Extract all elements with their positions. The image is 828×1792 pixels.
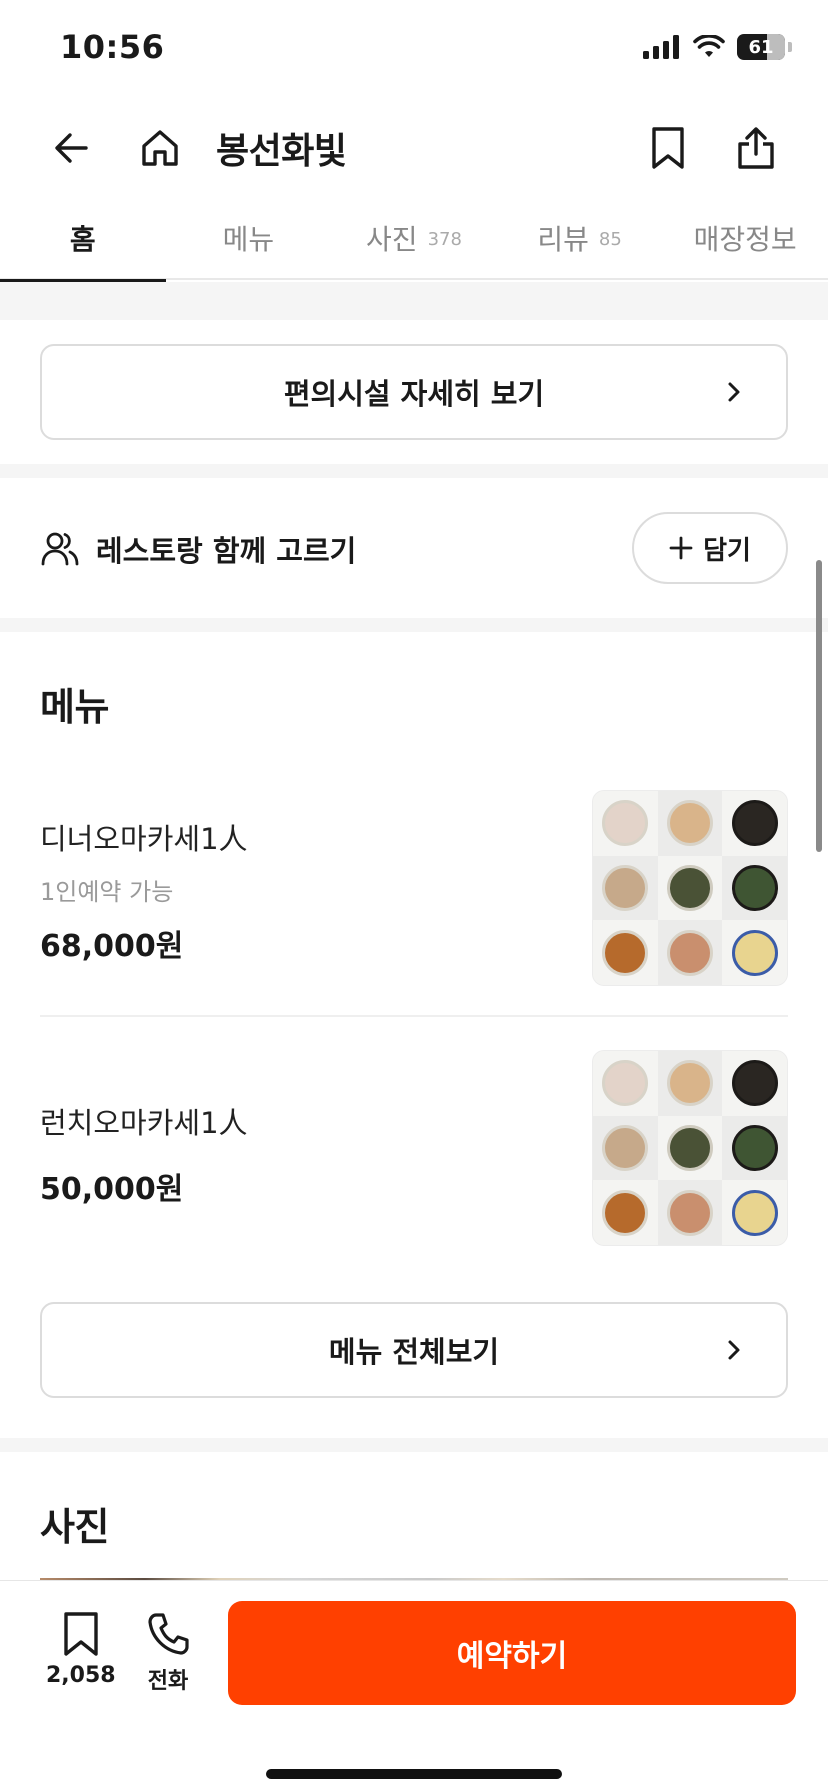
section-divider <box>0 618 828 632</box>
status-time: 10:56 <box>60 28 165 66</box>
chevron-right-icon <box>728 1340 740 1360</box>
choose-together-row: 레스토랑 함께 고르기 담기 <box>0 478 828 618</box>
reserve-button[interactable]: 예약하기 <box>228 1601 796 1705</box>
tab-label: 사진 <box>366 223 418 256</box>
call-label: 전화 <box>147 1669 189 1694</box>
bookmark-button[interactable] <box>640 120 696 176</box>
section-divider <box>0 282 828 320</box>
battery-level: 61 <box>748 36 774 58</box>
menu-divider <box>40 1015 788 1017</box>
header: 봉선화빛 <box>0 100 828 196</box>
share-button[interactable] <box>728 120 784 176</box>
tab-label: 메뉴 <box>222 223 275 256</box>
scrollbar[interactable] <box>816 560 822 852</box>
add-button[interactable]: 담기 <box>632 512 788 584</box>
tab-photos[interactable]: 사진 378 <box>331 196 497 280</box>
reserve-label: 예약하기 <box>456 1639 568 1674</box>
people-icon <box>41 532 79 566</box>
battery-icon: 61 <box>737 34 785 60</box>
view-all-menu-button[interactable]: 메뉴 전체보기 <box>40 1302 788 1398</box>
back-button[interactable] <box>44 120 100 176</box>
menu-item-image <box>592 790 788 986</box>
arrow-left-icon <box>55 133 88 163</box>
tab-label: 리뷰 <box>537 223 589 256</box>
tab-count: 378 <box>427 228 462 250</box>
photo-section-title: 사진 <box>40 1505 109 1549</box>
menu-item[interactable]: 런치오마카세1人 50,000원 <box>40 1050 788 1246</box>
bookmark-icon <box>64 1612 98 1656</box>
view-all-menu-label: 메뉴 전체보기 <box>328 1335 500 1369</box>
menu-item[interactable]: 디너오마카세1人 1인예약 가능 68,000원 <box>40 790 788 986</box>
status-icons: 61 <box>643 34 792 60</box>
amenities-button-label: 편의시설 자세히 보기 <box>283 377 545 411</box>
menu-item-image <box>592 1050 788 1246</box>
bookmark-count-button[interactable]: 2,058 <box>46 1611 116 1688</box>
add-button-label: 담기 <box>703 535 751 566</box>
wifi-icon <box>693 35 725 57</box>
tab-label: 홈 <box>69 223 96 256</box>
status-bar: 10:56 61 <box>0 0 828 100</box>
tab-home[interactable]: 홈 <box>0 196 166 282</box>
home-icon <box>142 130 178 166</box>
amenities-detail-button[interactable]: 편의시설 자세히 보기 <box>40 344 788 440</box>
signal-icon <box>643 35 679 59</box>
home-button[interactable] <box>132 120 188 176</box>
chevron-right-icon <box>728 382 740 402</box>
call-button[interactable]: 전화 <box>146 1611 190 1695</box>
tab-count: 85 <box>598 228 622 250</box>
menu-section-title: 메뉴 <box>40 685 109 729</box>
tab-bar: 홈 메뉴 사진 378 리뷰 85 매장정보 <box>0 196 828 282</box>
share-icon <box>738 127 774 169</box>
bookmark-icon <box>652 127 684 169</box>
phone-icon <box>148 1613 189 1655</box>
section-divider <box>0 464 828 478</box>
bottom-action-bar: 2,058 전화 예약하기 <box>0 1580 828 1792</box>
tab-reviews[interactable]: 리뷰 85 <box>497 196 663 280</box>
bookmark-count: 2,058 <box>46 1663 116 1688</box>
tab-label: 매장정보 <box>693 223 797 256</box>
section-divider <box>0 1438 828 1452</box>
battery-tip <box>788 42 792 52</box>
tab-store-info[interactable]: 매장정보 <box>662 196 828 280</box>
tab-menu[interactable]: 메뉴 <box>166 196 332 280</box>
choose-together-label: 레스토랑 함께 고르기 <box>96 534 357 568</box>
home-indicator <box>266 1769 562 1779</box>
page-title: 봉선화빛 <box>216 131 347 172</box>
plus-icon <box>669 536 693 560</box>
